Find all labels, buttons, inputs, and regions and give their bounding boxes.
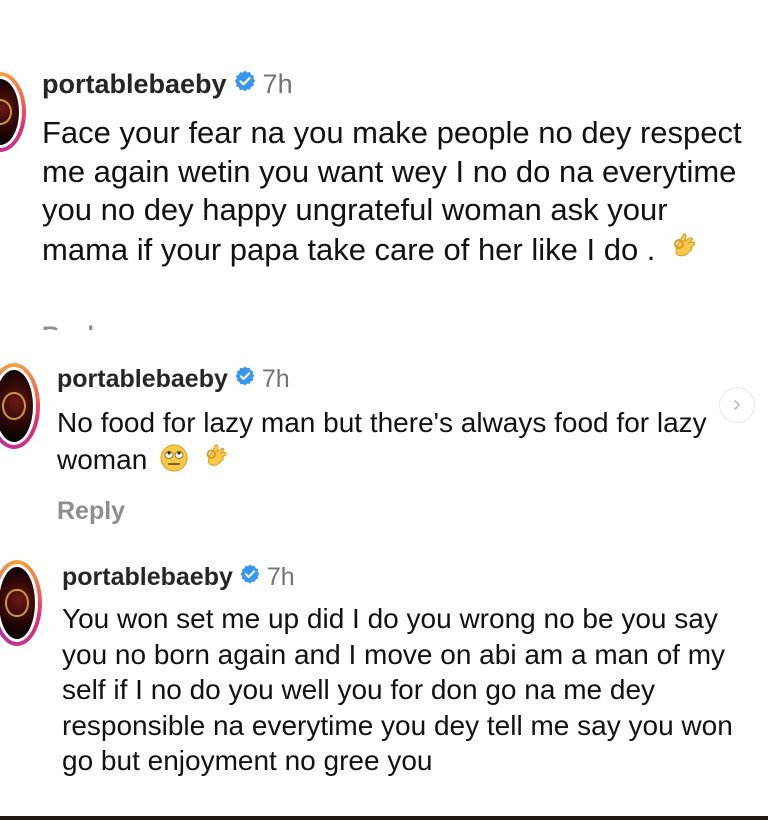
- ok-hand-icon: [201, 441, 233, 482]
- username[interactable]: portablebaeby: [42, 69, 227, 100]
- avatar[interactable]: [0, 560, 42, 646]
- comment-header: portablebaeby 7h: [62, 562, 295, 592]
- comment-text: Face your fear na you make people no dey…: [42, 114, 757, 273]
- comment-text: No food for lazy man but there's always …: [57, 404, 717, 482]
- timestamp: 7h: [262, 68, 293, 99]
- verified-badge-icon: [239, 563, 261, 592]
- media-strip: [0, 816, 768, 820]
- comment-body: No food for lazy man but there's always …: [57, 407, 707, 475]
- ok-hand-icon: [668, 230, 702, 274]
- comment-header: portablebaeby 7h: [57, 364, 290, 394]
- comment-body: You won set me up did I do you wrong no …: [62, 603, 733, 776]
- avatar[interactable]: [0, 72, 26, 152]
- verified-badge-icon: [234, 365, 256, 394]
- face-with-rolling-eyes-icon: [159, 443, 189, 482]
- timestamp: 7h: [261, 364, 290, 393]
- comment-body: Face your fear na you make people no dey…: [42, 115, 742, 267]
- verified-badge-icon: [233, 69, 257, 100]
- reply-button[interactable]: Reply: [42, 316, 112, 330]
- chevron-right-icon[interactable]: [719, 387, 755, 423]
- username[interactable]: portablebaeby: [57, 365, 228, 394]
- comment-text: You won set me up did I do you wrong no …: [62, 601, 752, 779]
- timestamp: 7h: [266, 562, 295, 591]
- comment-header: portablebaeby 7h: [42, 68, 293, 100]
- avatar[interactable]: [0, 363, 40, 449]
- username[interactable]: portablebaeby: [62, 563, 233, 592]
- reply-button[interactable]: Reply: [57, 497, 125, 526]
